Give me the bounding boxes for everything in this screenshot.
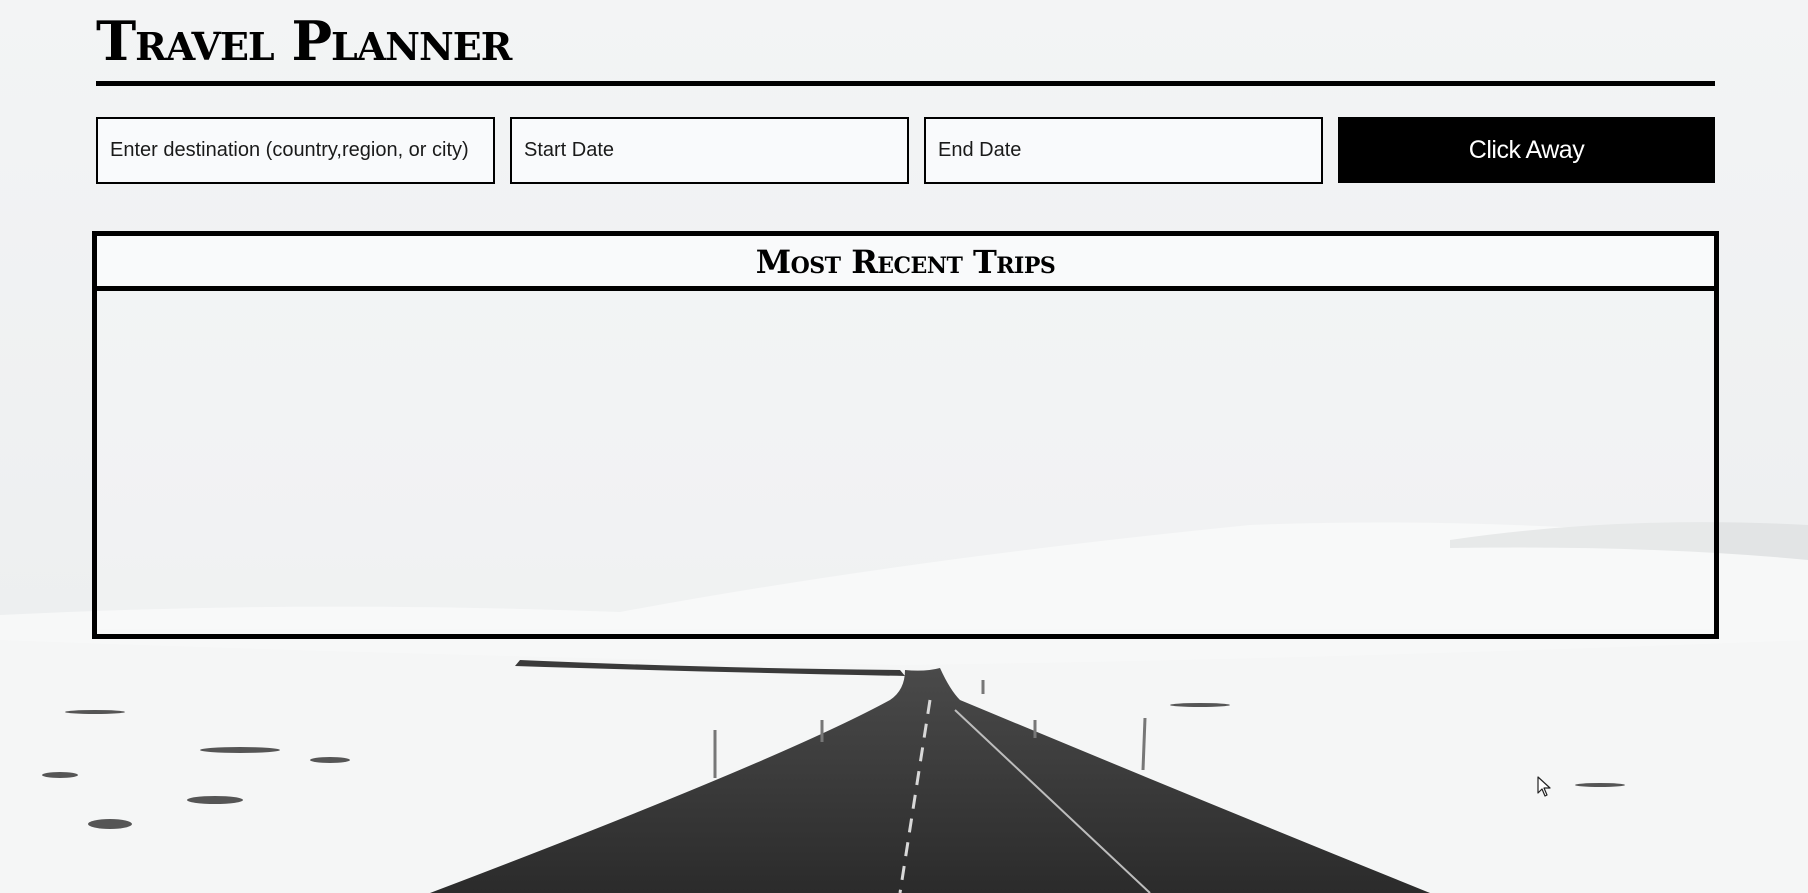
start-date-input[interactable]: [510, 117, 909, 184]
click-away-button[interactable]: Click Away: [1338, 117, 1715, 183]
trip-search-form: Click Away: [96, 117, 1715, 184]
destination-input[interactable]: [96, 117, 495, 184]
end-date-input[interactable]: [924, 117, 1323, 184]
page-title: Travel Planner: [96, 9, 512, 73]
recent-trips-list: [97, 291, 1714, 629]
recent-trips-header: Most Recent Trips: [97, 236, 1714, 291]
recent-trips-panel: Most Recent Trips: [92, 231, 1719, 639]
mouse-pointer-icon: [1537, 776, 1551, 797]
recent-trips-title: Most Recent Trips: [755, 243, 1056, 281]
title-divider: [96, 81, 1715, 86]
